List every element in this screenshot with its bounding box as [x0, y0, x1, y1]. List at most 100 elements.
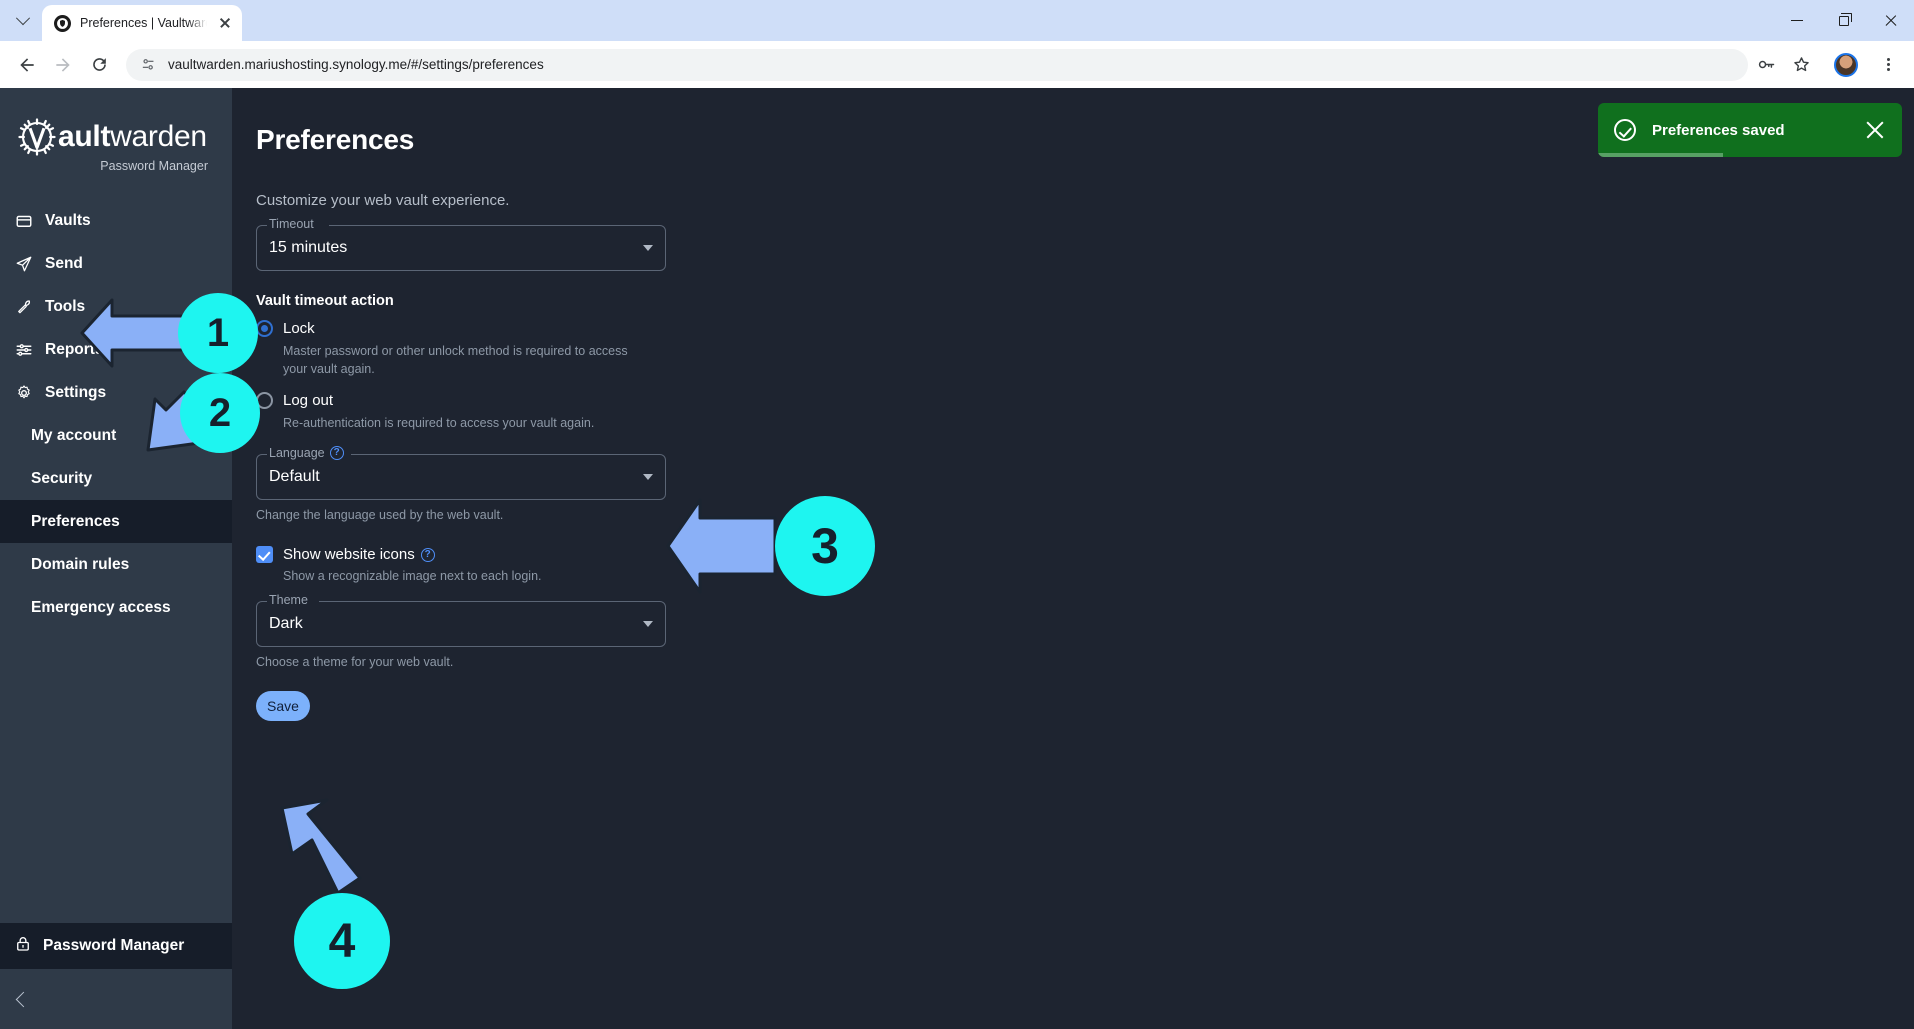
- folder-icon: [14, 211, 34, 231]
- close-tab-icon[interactable]: [216, 14, 234, 32]
- sidebar-subitem-label: Emergency access: [31, 599, 171, 617]
- timeout-label: Timeout: [269, 217, 314, 231]
- timeout-value: 15 minutes: [269, 239, 643, 257]
- language-value: Default: [269, 468, 643, 486]
- annotation-step-4: 4: [294, 893, 390, 989]
- chevron-down-icon: [643, 245, 653, 251]
- sidebar-collapse-button[interactable]: [0, 969, 232, 1029]
- omnibox-actions: [1756, 53, 1904, 77]
- vaultwarden-shield-icon: [54, 15, 71, 32]
- lock-icon: [14, 935, 32, 958]
- radio-option-lock[interactable]: Lock: [256, 320, 1914, 337]
- url-text[interactable]: vaultwarden.mariushosting.synology.me/#/…: [168, 57, 1734, 72]
- maximize-icon: [1839, 16, 1849, 26]
- send-paper-plane-icon: [14, 254, 34, 274]
- sliders-icon: [14, 340, 34, 360]
- brand-name: aultwarden: [58, 122, 207, 152]
- toast-progress-bar: [1598, 153, 1723, 157]
- annotation-step-2: 2: [180, 373, 260, 453]
- help-circle-icon[interactable]: ?: [421, 548, 435, 562]
- wrench-icon: [14, 297, 34, 317]
- sidebar-subitem-label: Domain rules: [31, 556, 129, 574]
- sidebar-item-vaults[interactable]: Vaults: [0, 199, 232, 242]
- star-icon[interactable]: [1791, 54, 1812, 75]
- radio-lock-description: Master password or other unlock method i…: [283, 342, 628, 378]
- app-sidebar: aultwarden Password Manager Vaults Send: [0, 88, 232, 1029]
- save-button[interactable]: Save: [256, 691, 310, 721]
- language-select[interactable]: Language ? Default: [256, 454, 666, 500]
- window-controls: [1773, 0, 1914, 41]
- timeout-select[interactable]: Timeout 15 minutes: [256, 225, 666, 271]
- reload-button[interactable]: [82, 48, 116, 82]
- annotation-step-number: 4: [329, 914, 356, 969]
- tab-search-button[interactable]: [6, 4, 40, 38]
- check-circle-icon: [1614, 119, 1636, 141]
- minimize-icon: [1791, 20, 1803, 21]
- sidebar-subitem-label: My account: [31, 427, 116, 445]
- sidebar-item-preferences[interactable]: Preferences: [0, 500, 232, 543]
- sidebar-item-domain-rules[interactable]: Domain rules: [0, 543, 232, 586]
- sidebar-item-label: Vaults: [45, 212, 91, 230]
- language-label: Language ?: [269, 446, 344, 460]
- profile-avatar[interactable]: [1834, 53, 1858, 77]
- browser-window: Preferences | Vaultwarden vaultward: [0, 0, 1914, 1029]
- web-page: aultwarden Password Manager Vaults Send: [0, 88, 1914, 1029]
- sidebar-item-label: Tools: [45, 298, 85, 316]
- close-window-icon: [1884, 14, 1898, 28]
- toast-close-button[interactable]: [1864, 119, 1886, 141]
- tab-strip: Preferences | Vaultwarden: [0, 0, 1914, 41]
- browser-tab[interactable]: Preferences | Vaultwarden: [42, 5, 242, 41]
- sidebar-item-security[interactable]: Security: [0, 457, 232, 500]
- brand: aultwarden Password Manager: [0, 88, 232, 173]
- password-manager-label: Password Manager: [43, 937, 184, 955]
- reload-icon: [90, 55, 109, 74]
- annotation-step-3: 3: [775, 496, 875, 596]
- chevron-down-icon: [643, 474, 653, 480]
- toast-message: Preferences saved: [1652, 122, 1848, 139]
- back-arrow-icon: [17, 55, 37, 75]
- page-description: Customize your web vault experience.: [256, 192, 1914, 209]
- radio-lock-label: Lock: [283, 320, 315, 337]
- tab-title: Preferences | Vaultwarden: [80, 16, 207, 30]
- browser-toolbar: vaultwarden.mariushosting.synology.me/#/…: [0, 41, 1914, 88]
- main-content: Preferences Customize your web vault exp…: [232, 88, 1914, 1029]
- sidebar-item-emergency-access[interactable]: Emergency access: [0, 586, 232, 629]
- annotation-step-number: 3: [811, 517, 839, 575]
- kebab-menu-icon[interactable]: [1876, 53, 1900, 77]
- annotation-step-number: 1: [207, 311, 229, 356]
- show-website-icons-label: Show website icons ?: [283, 546, 435, 563]
- vault-timeout-action-label: Vault timeout action: [256, 293, 1914, 309]
- minimize-button[interactable]: [1773, 0, 1820, 41]
- show-website-icons-description: Show a recognizable image next to each l…: [283, 569, 1914, 583]
- address-bar[interactable]: vaultwarden.mariushosting.synology.me/#/…: [126, 49, 1748, 81]
- theme-description: Choose a theme for your web vault.: [256, 655, 1914, 669]
- back-button[interactable]: [10, 48, 44, 82]
- close-window-button[interactable]: [1867, 0, 1914, 41]
- theme-label: Theme: [269, 593, 308, 607]
- sidebar-item-send[interactable]: Send: [0, 242, 232, 285]
- radio-option-logout[interactable]: Log out: [256, 392, 1914, 409]
- product-switcher-password-manager[interactable]: Password Manager: [0, 923, 232, 969]
- theme-value: Dark: [269, 615, 643, 633]
- sidebar-item-label: Send: [45, 255, 83, 273]
- chevron-down-icon: [16, 11, 30, 25]
- maximize-button[interactable]: [1820, 0, 1867, 41]
- gear-icon: [14, 383, 34, 403]
- site-settings-icon: [140, 56, 157, 73]
- forward-button[interactable]: [46, 48, 80, 82]
- annotation-step-number: 2: [209, 391, 231, 436]
- sidebar-subitem-label: Preferences: [31, 513, 120, 531]
- chevron-down-icon: [643, 621, 653, 627]
- theme-select[interactable]: Theme Dark: [256, 601, 666, 647]
- toast-notification: Preferences saved: [1598, 103, 1902, 157]
- help-circle-icon[interactable]: ?: [330, 446, 344, 460]
- radio-logout-description: Re-authentication is required to access …: [283, 414, 628, 432]
- key-icon[interactable]: [1756, 54, 1777, 75]
- show-website-icons-checkbox[interactable]: [256, 546, 273, 563]
- radio-logout-label: Log out: [283, 392, 333, 409]
- show-website-icons-row[interactable]: Show website icons ?: [256, 546, 1914, 563]
- language-description: Change the language used by the web vaul…: [256, 508, 1914, 522]
- chevron-left-icon: [16, 991, 32, 1007]
- radio-lock-input[interactable]: [256, 320, 273, 337]
- sidebar-subitem-label: Security: [31, 470, 92, 488]
